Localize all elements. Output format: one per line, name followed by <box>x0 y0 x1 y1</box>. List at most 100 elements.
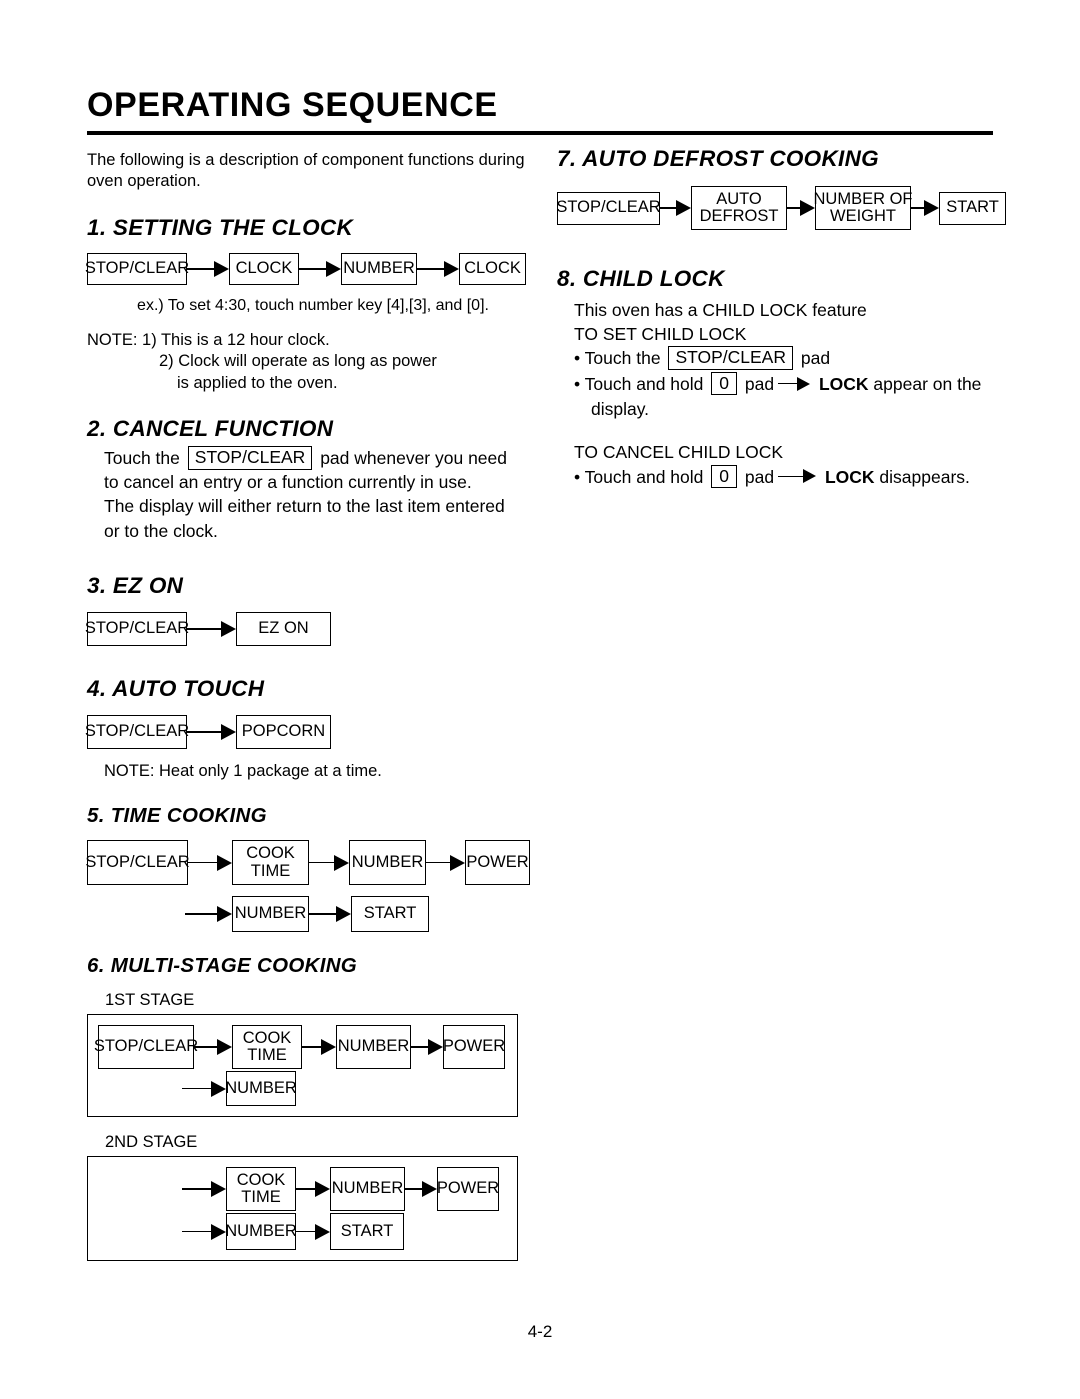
flow-box-number: NUMBER <box>336 1025 411 1070</box>
flow-arrow <box>188 854 232 871</box>
flow-arrow <box>185 906 232 923</box>
flow-box-line-1: COOK <box>246 844 295 863</box>
flow-arrow <box>182 1181 226 1198</box>
flow-arrow <box>182 1080 226 1097</box>
flow-box-stop-clear: STOP/CLEAR <box>85 714 189 749</box>
flow-box-number: NUMBER <box>330 1167 405 1212</box>
flow-box-line-2: TIME <box>247 1046 287 1065</box>
bullet-text-post: appear on the <box>873 373 982 394</box>
child-lock-set-label: TO SET CHILD LOCK <box>574 324 747 345</box>
note-label: NOTE: <box>87 330 138 349</box>
flow-box-cook-time: COOK TIME <box>232 840 309 886</box>
flow-arrow <box>660 200 691 216</box>
cancel-function-line-1: Touch the STOP/CLEAR pad whenever you ne… <box>87 446 539 470</box>
inline-arrow-icon <box>778 376 811 391</box>
left-column: The following is a description of compon… <box>85 150 539 1262</box>
flow-box-stop-clear: STOP/CLEAR <box>85 252 189 285</box>
flow-arrow <box>309 854 349 871</box>
flow-box-stop-clear: STOP/CLEAR <box>94 1025 198 1070</box>
flow-box-start: START <box>939 191 1006 225</box>
flow-box-power: POWER <box>443 1025 505 1070</box>
bullet-text-mid: pad <box>744 373 775 394</box>
title-divider <box>87 130 993 135</box>
stage-label-1st: 1ST STAGE <box>105 991 195 1010</box>
bullet-text-post: pad <box>800 348 831 369</box>
flow-stage2-row-1: COOK TIME NUMBER POWER <box>88 1167 517 1212</box>
clock-note-2: 2) Clock will operate as long as power <box>159 352 437 371</box>
inline-arrow-icon <box>778 469 817 484</box>
cancel-function-line-4: or to the clock. <box>104 520 218 541</box>
pad-token-stop-clear: STOP/CLEAR <box>668 346 793 370</box>
stage-box-2nd-stage: COOK TIME NUMBER POWER NUMBER START <box>87 1156 518 1262</box>
flow-time-cooking-row-1: STOP/CLEAR COOK TIME NUMBER POWER <box>85 840 539 886</box>
flow-box-clock-2: CLOCK <box>459 252 526 285</box>
flow-arrow <box>187 620 236 637</box>
flow-box-ez-on: EZ ON <box>236 611 331 646</box>
flow-box-line-1: COOK <box>236 1170 286 1189</box>
flow-box-number-of-weight: NUMBER OF WEIGHT <box>813 186 913 230</box>
flow-box-line-1: NUMBER OF <box>813 189 913 208</box>
flow-box-popcorn: POPCORN <box>236 714 331 749</box>
child-lock-set-bullet-2: • Touch and hold 0 pad LOCK appear on th… <box>557 371 997 397</box>
flow-box-number: NUMBER <box>225 1213 297 1251</box>
section-heading-time-cooking: 5. TIME COOKING <box>87 804 267 828</box>
section-heading-child-lock: 8. CHILD LOCK <box>557 266 725 291</box>
clock-example-text: ex.) To set 4:30, touch number key [4],[… <box>137 296 489 314</box>
flow-time-cooking-row-2: NUMBER START <box>87 896 539 933</box>
flow-auto-defrost: STOP/CLEAR AUTO DEFROST NUMBER OF WEIGHT… <box>556 186 1006 230</box>
bullet-text-pre: • Touch and hold <box>574 466 704 487</box>
pad-token-stop-clear: STOP/CLEAR <box>187 446 313 470</box>
flow-box-line-1: COOK <box>242 1028 292 1047</box>
flow-box-line-2: TIME <box>250 861 291 880</box>
cancel-text-post: pad whenever you need <box>320 448 507 469</box>
bullet-text-mid: pad <box>744 466 775 487</box>
flow-box-number: NUMBER <box>225 1071 297 1107</box>
flow-arrow <box>417 260 459 277</box>
section-heading-ez-on: 3. EZ ON <box>87 572 184 598</box>
page-number: 4-2 <box>527 1322 553 1341</box>
lock-indicator-label: LOCK <box>818 373 869 394</box>
clock-note-1: NOTE: 1) This is a 12 hour clock. <box>87 330 539 351</box>
flow-arrow <box>911 200 939 216</box>
note-item-1: 1) This is a 12 hour clock. <box>142 330 330 349</box>
child-lock-cancel-bullet-1: • Touch and hold 0 pad LOCK disappears. <box>557 464 997 490</box>
child-lock-set-bullet-2-cont: display. <box>591 399 650 420</box>
flow-arrow <box>194 1039 232 1056</box>
flow-box-stop-clear: STOP/CLEAR <box>85 840 190 886</box>
bullet-text-pre: • Touch the <box>574 348 661 369</box>
flow-arrow <box>299 260 341 277</box>
flow-box-line-2: WEIGHT <box>830 207 896 225</box>
child-lock-intro: This oven has a CHILD LOCK feature <box>574 300 867 320</box>
flow-arrow <box>405 1181 437 1198</box>
section-heading-multi-stage-cooking: 6. MULTI-STAGE COOKING <box>87 954 358 978</box>
flow-box-line-1: AUTO <box>716 189 762 208</box>
flow-arrow <box>426 854 465 871</box>
flow-box-power: POWER <box>437 1167 499 1212</box>
flow-arrow <box>187 260 229 277</box>
flow-setting-the-clock: STOP/CLEAR CLOCK NUMBER CLOCK <box>85 252 539 285</box>
bullet-text-pre: • Touch and hold <box>574 373 704 394</box>
pad-token-zero: 0 <box>711 371 737 396</box>
flow-box-clock-1: CLOCK <box>229 252 299 285</box>
section-heading-auto-defrost-cooking: 7. AUTO DEFROST COOKING <box>557 146 879 171</box>
flow-box-number: NUMBER <box>341 252 417 285</box>
flow-arrow <box>182 1223 226 1240</box>
flow-arrow <box>296 1181 330 1198</box>
stage-label-2nd: 2ND STAGE <box>105 1133 198 1152</box>
flow-box-cook-time: COOK TIME <box>232 1025 302 1070</box>
flow-box-number: NUMBER <box>349 840 426 886</box>
section-heading-cancel-function: 2. CANCEL FUNCTION <box>87 416 334 442</box>
cancel-function-line-3: The display will either return to the la… <box>104 496 505 517</box>
stage-box-1st-stage: STOP/CLEAR COOK TIME NUMBER POWER NUMBER <box>87 1014 518 1118</box>
flow-arrow <box>309 906 351 923</box>
flow-arrow <box>296 1223 330 1240</box>
flow-box-start: START <box>351 896 429 933</box>
clock-note-2-cont: is applied to the oven. <box>177 373 338 392</box>
page-title: OPERATING SEQUENCE <box>87 86 498 124</box>
bullet-text-post: disappears. <box>879 466 970 487</box>
page-footer: 4-2 <box>0 1322 1080 1342</box>
flow-box-auto-defrost: AUTO DEFROST <box>691 186 787 230</box>
auto-touch-note: NOTE: Heat only 1 package at a time. <box>104 761 382 780</box>
flow-stage1-row-1: STOP/CLEAR COOK TIME NUMBER POWER <box>88 1025 517 1070</box>
flow-auto-touch: STOP/CLEAR POPCORN <box>85 714 539 749</box>
